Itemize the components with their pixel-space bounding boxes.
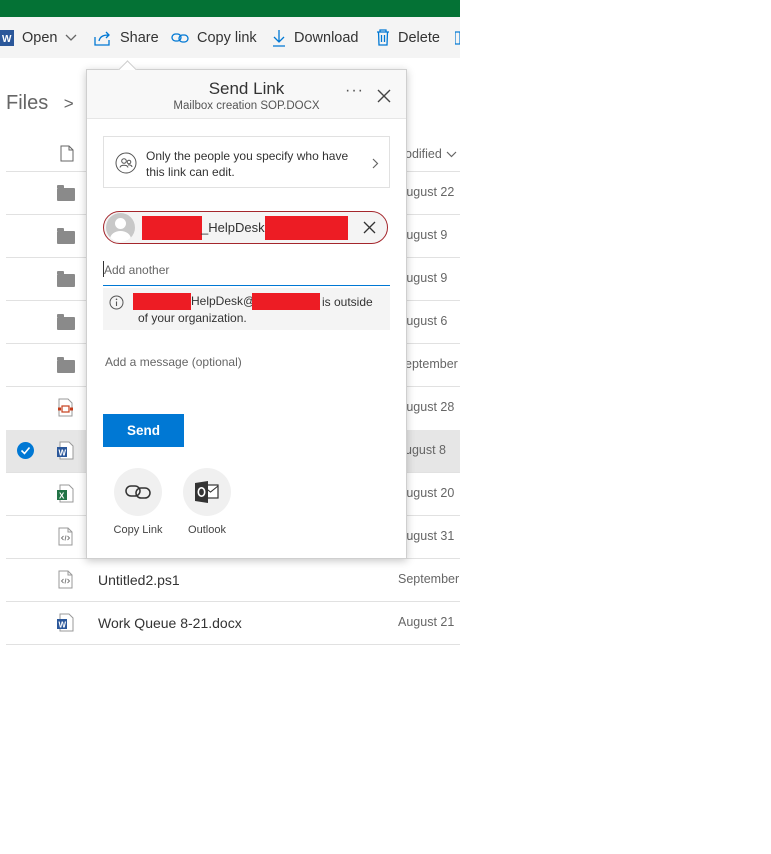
people-icon	[115, 152, 137, 174]
share-button[interactable]: Share	[94, 17, 159, 58]
add-another-placeholder: Add another	[104, 263, 170, 277]
more-commands-icon[interactable]	[455, 17, 468, 58]
chevron-right-icon	[372, 158, 379, 169]
modified-date: August 21	[398, 615, 455, 629]
svg-text:W: W	[59, 449, 67, 458]
folder-icon	[57, 228, 75, 244]
outlook-option-label: Outlook	[188, 524, 226, 536]
folder-icon	[57, 271, 75, 287]
dialog-subtitle: Mailbox creation SOP.DOCX	[173, 100, 320, 112]
folder-icon	[57, 357, 75, 373]
permission-text: Only the people you specify who have thi…	[146, 149, 349, 179]
copy-link-button[interactable]: Copy link	[171, 17, 257, 58]
link-icon	[125, 485, 151, 499]
check-circle-icon[interactable]	[17, 442, 34, 459]
file-name[interactable]: Untitled2.ps1	[98, 572, 180, 588]
share-label: Share	[120, 29, 159, 46]
folder-icon	[57, 185, 75, 201]
command-bar: W Open Share Copy link Download Delete	[0, 17, 460, 58]
link-settings-button[interactable]: Only the people you specify who have thi…	[103, 136, 390, 188]
outlook-icon	[195, 481, 219, 503]
chevron-down-icon	[66, 34, 77, 41]
breadcrumb-root[interactable]: Files	[6, 92, 48, 114]
send-button[interactable]: Send	[103, 414, 184, 447]
recipient-chip[interactable]: _HelpDesk	[103, 211, 388, 244]
word-file-icon: W	[57, 441, 74, 460]
modified-date: September	[398, 572, 460, 586]
file-name[interactable]: Work Queue 8-21.docx	[98, 615, 242, 631]
file-type-header-icon	[60, 145, 74, 162]
open-button[interactable]: W Open	[0, 17, 85, 58]
copy-link-option[interactable]	[114, 468, 162, 516]
delete-button[interactable]: Delete	[376, 17, 440, 58]
row-divider	[6, 644, 460, 645]
message-input[interactable]: Add a message (optional)	[105, 355, 242, 369]
copy-link-label: Copy link	[197, 29, 257, 46]
copy-link-option-label: Copy Link	[113, 524, 163, 536]
dialog-header: Send Link Mailbox creation SOP.DOCX ···	[87, 70, 406, 119]
outlook-option[interactable]	[183, 468, 231, 516]
folder-icon	[57, 314, 75, 330]
link-icon	[171, 32, 189, 43]
avatar	[106, 213, 135, 242]
download-label: Download	[294, 29, 359, 46]
svg-text:W: W	[2, 34, 12, 45]
code-file-icon	[58, 527, 73, 546]
suite-bar	[0, 0, 460, 17]
info-icon	[109, 295, 124, 310]
modified-header-label: odified	[405, 147, 442, 161]
share-icon	[94, 31, 110, 46]
more-options-icon[interactable]: ···	[345, 82, 364, 100]
recipient-name: _HelpDesk	[201, 220, 265, 235]
breadcrumb-separator: >	[63, 94, 74, 113]
word-icon: W	[0, 29, 14, 46]
remove-recipient-icon[interactable]	[363, 221, 376, 234]
code-file-icon	[58, 570, 73, 589]
excel-file-icon: X	[57, 484, 74, 503]
send-link-dialog: Send Link Mailbox creation SOP.DOCX ··· …	[86, 60, 407, 559]
word-file-icon: W	[57, 613, 74, 632]
external-warning: HelpDesk@ is outside of your organizatio…	[103, 288, 390, 330]
close-icon[interactable]	[377, 89, 391, 103]
delete-label: Delete	[398, 29, 440, 46]
sort-chevron-icon	[446, 151, 457, 157]
modified-date: eptember	[405, 357, 458, 371]
download-icon	[273, 29, 285, 47]
redaction-mark	[142, 216, 202, 240]
download-button[interactable]: Download	[272, 17, 359, 58]
video-file-icon	[58, 398, 73, 417]
row-divider	[6, 601, 460, 602]
svg-text:X: X	[59, 492, 65, 501]
redaction-mark	[265, 216, 348, 240]
modified-column-header[interactable]: odified	[405, 147, 457, 161]
add-another-input[interactable]: Add another	[103, 256, 390, 286]
trash-icon	[377, 29, 389, 46]
open-label: Open	[22, 29, 58, 46]
modified-date: ugust 8	[405, 443, 447, 457]
warning-text: is outside of your organization.	[138, 295, 373, 325]
svg-text:W: W	[59, 621, 67, 630]
